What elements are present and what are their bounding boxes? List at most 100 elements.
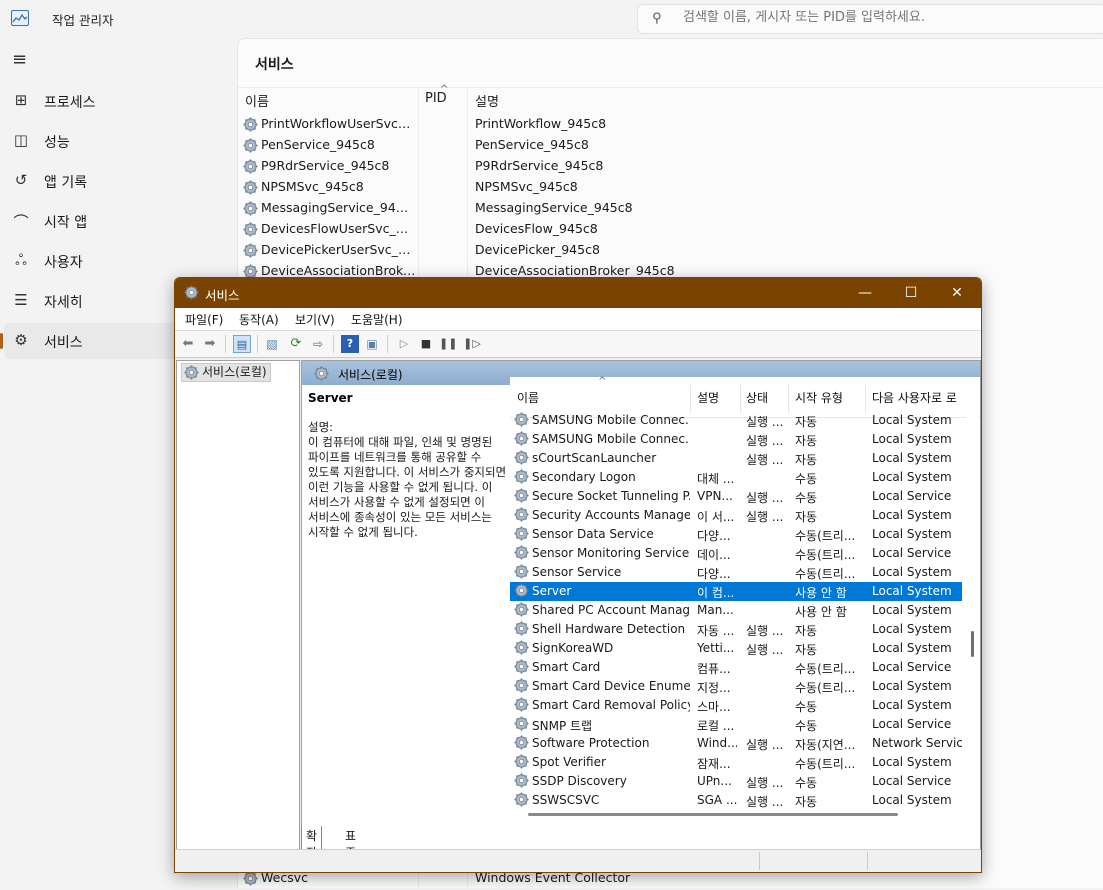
scrollbar-thumb[interactable]	[971, 631, 974, 657]
service-row[interactable]: Secondary Logon 대체 ... 수동 Local System	[510, 468, 962, 487]
service-row[interactable]: Sensor Data Service 다양... 수동(트리... Local Sy…	[510, 525, 962, 544]
cell-name: SAMSUNG Mobile Connec...	[532, 413, 690, 427]
vertical-scrollbar[interactable]	[966, 417, 978, 807]
cell-desc: UPn...	[697, 774, 732, 788]
sort-arrow-icon: ^	[598, 376, 607, 387]
service-row[interactable]: Shell Hardware Detection 자동 ... 실행 ... 자동 Lo…	[510, 620, 962, 639]
search-input[interactable]	[683, 10, 1083, 25]
service-row[interactable]: Sensor Monitoring Service 데이... 수동(트리... Lo…	[510, 544, 962, 563]
column-divider[interactable]	[788, 385, 789, 413]
cell-startup: 수동	[795, 472, 818, 486]
column-header-startup-type[interactable]: 시작 유형	[795, 389, 843, 406]
column-header-name[interactable]: 이름	[245, 91, 269, 110]
status-divider	[867, 852, 868, 870]
service-description: DevicesFlow_945c8	[475, 221, 598, 236]
cell-logon: Local Service	[872, 717, 952, 731]
service-name: NPSMSvc_945c8	[261, 179, 364, 194]
pause-service-icon[interactable]: ❚❚	[439, 335, 457, 353]
nav-item-processes[interactable]: ⊞ 프로세스	[4, 83, 232, 119]
service-gear-icon	[243, 180, 258, 199]
column-header-logon-as[interactable]: 다음 사용자로 로	[872, 389, 960, 406]
cell-name: Smart Card Device Enumer...	[532, 679, 690, 693]
restart-service-icon[interactable]: ❚▷	[463, 335, 481, 353]
cell-name: SAMSUNG Mobile Connec...	[532, 432, 690, 446]
column-header-name[interactable]: 이름	[517, 389, 539, 406]
cell-desc: 컴퓨...	[697, 662, 731, 676]
forward-icon[interactable]: ➡	[201, 335, 219, 353]
tree-item-services-local[interactable]: 서비스(로컬)	[181, 363, 271, 382]
service-row[interactable]: SignKoreaWD Yetti... 실행 ... 자동 Local System	[510, 639, 962, 658]
cell-startup: 자동	[795, 510, 818, 524]
page-title: 서비스	[255, 57, 294, 73]
cell-status: 실행 ...	[746, 624, 784, 638]
nav-item-performance[interactable]: ◫ 성능	[4, 123, 232, 159]
service-row[interactable]: Security Accounts Manager 이 서... 실행 ... 자동 L…	[510, 506, 962, 525]
service-row[interactable]: SSWSCSVC SGA ... 실행 ... 자동 Local System	[510, 791, 962, 810]
menu-view[interactable]: 보기(V)	[295, 311, 335, 328]
service-gear-icon	[514, 678, 529, 696]
table-row[interactable]: PrintWorkflowUserSvc_9... PrintWorkflow_9…	[238, 114, 1103, 135]
service-row[interactable]: Smart Card Device Enumer... 지정... 수동(트리...…	[510, 677, 962, 696]
cell-logon: Local System	[872, 603, 952, 617]
service-gear-icon	[514, 431, 529, 449]
service-row[interactable]: Spot Verifier 잠재... 수동(트리... Local System	[510, 753, 962, 772]
table-row[interactable]: P9RdrService_945c8 P9RdrService_945c8	[238, 156, 1103, 177]
service-row[interactable]: SAMSUNG Mobile Connec... 실행 ... 자동 Local Sy…	[510, 411, 962, 430]
close-button[interactable]: ✕	[934, 278, 980, 308]
menu-file[interactable]: 파일(F)	[185, 311, 223, 328]
cell-name: Shared PC Account Manager	[532, 603, 690, 617]
nav-item-app-history[interactable]: ↺ 앱 기록	[4, 163, 232, 199]
table-row[interactable]: DevicesFlowUserSvc_945... DevicesFlow_945…	[238, 219, 1103, 240]
column-header-status[interactable]: 상태	[746, 389, 768, 406]
cell-desc: Yetti...	[697, 641, 735, 655]
service-row[interactable]: Smart Card 컴퓨... 수동(트리... Local Service	[510, 658, 962, 677]
horizontal-scrollbar[interactable]	[528, 813, 898, 816]
services-titlebar[interactable]: 서비스 — ☐ ✕	[175, 278, 981, 308]
start-service-icon[interactable]: ▷	[395, 335, 413, 353]
hamburger-menu-icon[interactable]: ≡	[12, 50, 28, 70]
service-name: PrintWorkflowUserSvc_9...	[261, 116, 416, 131]
service-row[interactable]: Sensor Service 다양... 수동(트리... Local System	[510, 563, 962, 582]
nav-item-users[interactable]: ஃ 사용자	[4, 243, 232, 279]
export-list-icon[interactable]: ⇨	[309, 335, 327, 353]
column-divider[interactable]	[740, 385, 741, 413]
service-gear-icon	[514, 564, 529, 582]
cell-startup: 자동	[795, 624, 818, 638]
service-description: P9RdrService_945c8	[475, 158, 604, 173]
nav-item-startup-apps[interactable]: ⌒ 시작 앱	[4, 203, 232, 239]
service-row[interactable]: Server 이 컴... 사용 안 함 Local System	[510, 582, 962, 601]
refresh-icon[interactable]: ⟳	[287, 335, 305, 353]
table-row[interactable]: PenService_945c8 PenService_945c8	[238, 135, 1103, 156]
stop-service-icon[interactable]: ■	[417, 335, 435, 353]
show-hide-pane-icon[interactable]: ▣	[363, 335, 381, 353]
maximize-button[interactable]: ☐	[888, 278, 934, 308]
service-row[interactable]: Smart Card Removal Policy 스마... 수동 Local Sy…	[510, 696, 962, 715]
console-tree-icon[interactable]: ▤	[233, 335, 251, 353]
service-row[interactable]: Software Protection Wind... 실행 ... 자동(지연...…	[510, 734, 962, 753]
service-row[interactable]: SAMSUNG Mobile Connec... 실행 ... 자동 Local Sy…	[510, 430, 962, 449]
column-divider[interactable]	[865, 385, 866, 413]
minimize-button[interactable]: —	[842, 278, 888, 308]
help-icon[interactable]: ?	[341, 335, 359, 353]
service-row[interactable]: SSDP Discovery UPn... 실행 ... 수동 Local Servic…	[510, 772, 962, 791]
service-row[interactable]: Secure Socket Tunneling P... VPN... 실행 ...…	[510, 487, 962, 506]
cell-logon: Local System	[872, 755, 952, 769]
table-header	[238, 87, 1103, 114]
column-header-description[interactable]: 설명	[697, 389, 719, 406]
search-box[interactable]: ⚲	[637, 4, 1103, 34]
column-header-description[interactable]: 설명	[475, 91, 499, 110]
table-row[interactable]: DevicePickerUserSvc_94... DevicePicker_94…	[238, 240, 1103, 261]
menu-help[interactable]: 도움말(H)	[351, 311, 403, 328]
back-icon[interactable]: ⬅	[179, 335, 197, 353]
service-gear-icon	[514, 716, 529, 734]
service-gear-icon	[514, 488, 529, 506]
column-divider[interactable]	[690, 385, 691, 413]
menu-action[interactable]: 동작(A)	[239, 311, 279, 328]
table-row[interactable]: NPSMSvc_945c8 NPSMSvc_945c8	[238, 177, 1103, 198]
service-row[interactable]: sCourtScanLauncher 실행 ... 자동 Local System	[510, 449, 962, 468]
properties-icon[interactable]: ▧	[263, 335, 281, 353]
service-row[interactable]: Shared PC Account Manager Man... 사용 안 함 Loc…	[510, 601, 962, 620]
service-row[interactable]: SNMP 트랩 로컬 ... 수동 Local Service	[510, 715, 962, 734]
table-row[interactable]: MessagingService_945c8 MessagingService_9…	[238, 198, 1103, 219]
cell-startup: 수동(트리...	[795, 529, 856, 543]
